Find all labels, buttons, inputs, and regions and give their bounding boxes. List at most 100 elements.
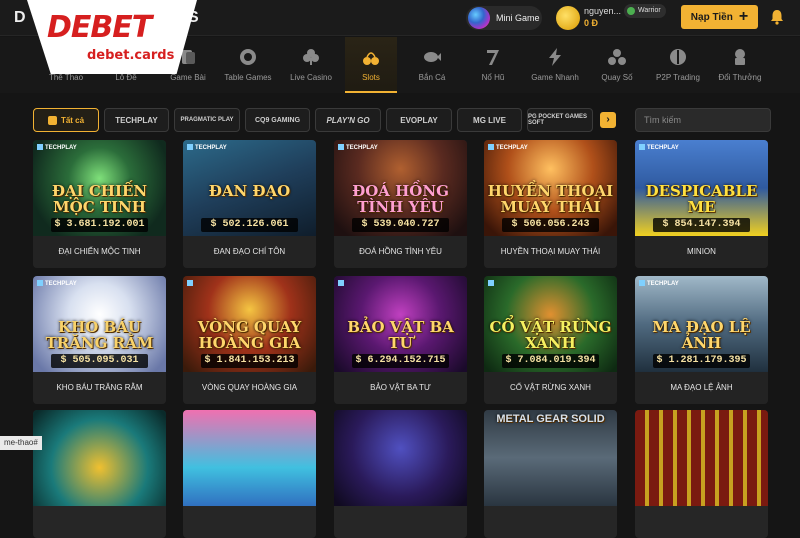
cherry-icon	[363, 52, 379, 65]
game-thumbnail	[635, 410, 768, 506]
game-card[interactable]: CỔ VẬT RỪNG XANH $ 7.084.019.394 CỔ VẬT …	[484, 276, 617, 404]
jackpot-value: $ 3.681.192.001	[51, 218, 148, 232]
game-name: ĐAN ĐẠO CHÍ TÔN	[183, 236, 316, 268]
provider-tag: TECHPLAY	[488, 144, 528, 151]
provider-tag	[488, 280, 496, 287]
nav-label: Lô Đề	[115, 73, 137, 82]
game-card[interactable]	[334, 410, 467, 538]
jackpot-value: $ 7.084.019.394	[502, 354, 599, 368]
game-art-title: METAL GEAR SOLID	[496, 413, 605, 425]
game-name: VÒNG QUAY HOÀNG GIA	[183, 372, 316, 404]
nav-label: Table Games	[224, 73, 272, 82]
balls-icon	[608, 49, 626, 65]
jackpot-value: $ 854.147.394	[653, 218, 750, 232]
logo-domain: debet.cards	[87, 48, 175, 63]
game-card[interactable]	[183, 410, 316, 538]
provider-logo: MG LIVE	[473, 115, 506, 125]
logo-edge-left: D	[14, 9, 26, 26]
filter-playngo[interactable]: PLAY'N GO	[315, 108, 381, 132]
jackpot-value: $ 502.126.061	[201, 218, 298, 232]
chevron-right-icon[interactable]: ›	[600, 112, 616, 128]
provider-tag: TECHPLAY	[37, 144, 77, 151]
mini-game-button[interactable]: Mini Game	[466, 6, 542, 30]
game-art-title: ĐOÁ HỒNG TÌNH YÊU	[352, 182, 449, 216]
nav-label: Game Nhanh	[531, 73, 579, 82]
game-card[interactable]: TECHPLAY ĐAN ĐẠO $ 502.126.061 ĐAN ĐẠO C…	[183, 140, 316, 268]
nav-game-nhanh[interactable]: Game Nhanh	[525, 37, 585, 93]
nav-label: Quay Số	[601, 73, 633, 82]
provider-logo: TECHPLAY	[115, 115, 158, 125]
provider-tag: TECHPLAY	[639, 280, 679, 287]
game-art-title: DESPICABLE ME	[645, 182, 758, 216]
provider-tag	[187, 280, 195, 287]
filter-all-label: Tất cả	[60, 115, 85, 125]
chip-icon	[240, 49, 256, 65]
game-card[interactable]: TECHPLAY HUYỀN THOẠI MUAY THÁI $ 506.056…	[484, 140, 617, 268]
jackpot-value: $ 505.095.031	[51, 354, 148, 368]
game-name: HUYỀN THOẠI MUAY THÁI	[484, 236, 617, 268]
game-card[interactable]: TECHPLAY KHO BÁU TRĂNG RẰM $ 505.095.031…	[33, 276, 166, 404]
grid-icon	[47, 115, 57, 125]
nav-slots[interactable]: Slots	[345, 37, 397, 93]
nav-doi-thuong[interactable]: Đổi Thưởng	[712, 37, 768, 93]
logo-text: DEBET	[47, 10, 152, 45]
deposit-button[interactable]: Nạp Tiền +	[681, 5, 758, 29]
search-input[interactable]: Tìm kiếm	[635, 108, 771, 132]
game-thumbnail	[183, 410, 316, 506]
username: nguyen...	[584, 6, 622, 16]
fish-icon	[424, 52, 441, 62]
search-placeholder: Tìm kiếm	[644, 115, 681, 125]
game-name: CỔ VẬT RỪNG XANH	[484, 372, 617, 404]
nav-p2p-trading[interactable]: P2P Trading	[648, 37, 708, 93]
p2p-icon	[670, 49, 686, 65]
filter-all[interactable]: Tất cả	[33, 108, 99, 132]
provider-filters: Tất cả TECHPLAY PRAGMATIC PLAY CQ9 GAMIN…	[0, 108, 800, 134]
provider-tag: TECHPLAY	[187, 144, 227, 151]
game-card[interactable]: TECHPLAY MA ĐẠO LỆ ẢNH $ 1.281.179.395 M…	[635, 276, 768, 404]
game-art-title: BẢO VẬT BA TƯ	[347, 318, 454, 352]
game-card[interactable]: TECHPLAY ĐẠI CHIẾN MỘC TINH $ 3.681.192.…	[33, 140, 166, 268]
nav-label: Live Casino	[290, 73, 332, 82]
game-card[interactable]: TECHPLAY DESPICABLE ME $ 854.147.394 MIN…	[635, 140, 768, 268]
filter-evoplay[interactable]: EVOPLAY	[386, 108, 452, 132]
jackpot-value: $ 539.040.727	[352, 218, 449, 232]
game-thumbnail	[334, 410, 467, 506]
nav-label: Game Bài	[170, 73, 206, 82]
nav-live-casino[interactable]: Live Casino	[283, 37, 339, 93]
game-card[interactable]	[33, 410, 166, 538]
game-card[interactable]: VÒNG QUAY HOÀNG GIA $ 1.841.153.213 VÒNG…	[183, 276, 316, 404]
nav-quay-so[interactable]: Quay Số	[592, 37, 642, 93]
nav-label: Thể Thao	[48, 73, 84, 82]
mini-game-icon	[468, 7, 490, 29]
filter-pragmatic-play[interactable]: PRAGMATIC PLAY	[174, 108, 240, 132]
nav-no-hu[interactable]: Nổ Hũ	[467, 37, 519, 93]
seven-icon	[487, 50, 499, 65]
game-art-title: HUYỀN THOẠI MUAY THÁI	[487, 182, 614, 216]
jackpot-value: $ 1.841.153.213	[201, 354, 298, 368]
provider-logo: PG POCKET GAMES SOFT	[528, 114, 588, 126]
provider-logo: PRAGMATIC PLAY	[180, 117, 234, 123]
game-art-title: MA ĐẠO LỆ ẢNH	[652, 318, 751, 352]
provider-logo: PLAY'N GO	[326, 115, 370, 125]
game-card[interactable]	[635, 410, 768, 538]
provider-logo: CQ9 GAMING	[254, 116, 301, 124]
site-logo[interactable]: DEBET debet.cards	[27, 0, 197, 74]
jackpot-value: $ 506.056.243	[502, 218, 599, 232]
game-card[interactable]: METAL GEAR SOLID	[484, 410, 617, 538]
nav-table-games[interactable]: Table Games	[218, 37, 278, 93]
filter-pg-soft[interactable]: PG POCKET GAMES SOFT	[527, 108, 593, 132]
clubs-icon	[303, 49, 319, 65]
avatar	[556, 6, 580, 30]
game-card[interactable]: TECHPLAY ĐOÁ HỒNG TÌNH YÊU $ 539.040.727…	[334, 140, 467, 268]
provider-tag: TECHPLAY	[338, 144, 378, 151]
game-card[interactable]: BẢO VẬT BA TƯ $ 6.294.152.715 BẢO VẬT BA…	[334, 276, 467, 404]
game-grid: TECHPLAY ĐẠI CHIẾN MỘC TINH $ 3.681.192.…	[0, 140, 800, 538]
filter-cq9[interactable]: CQ9 GAMING	[245, 108, 310, 132]
filter-techplay[interactable]: TECHPLAY	[104, 108, 169, 132]
game-art-title: ĐAN ĐẠO	[208, 182, 291, 200]
nav-label: Slots	[362, 73, 380, 82]
nav-ban-ca[interactable]: Bắn Cá	[406, 37, 458, 93]
bell-icon[interactable]	[770, 9, 784, 30]
filter-mg-live[interactable]: MG LIVE	[457, 108, 522, 132]
lightning-icon	[549, 48, 561, 66]
